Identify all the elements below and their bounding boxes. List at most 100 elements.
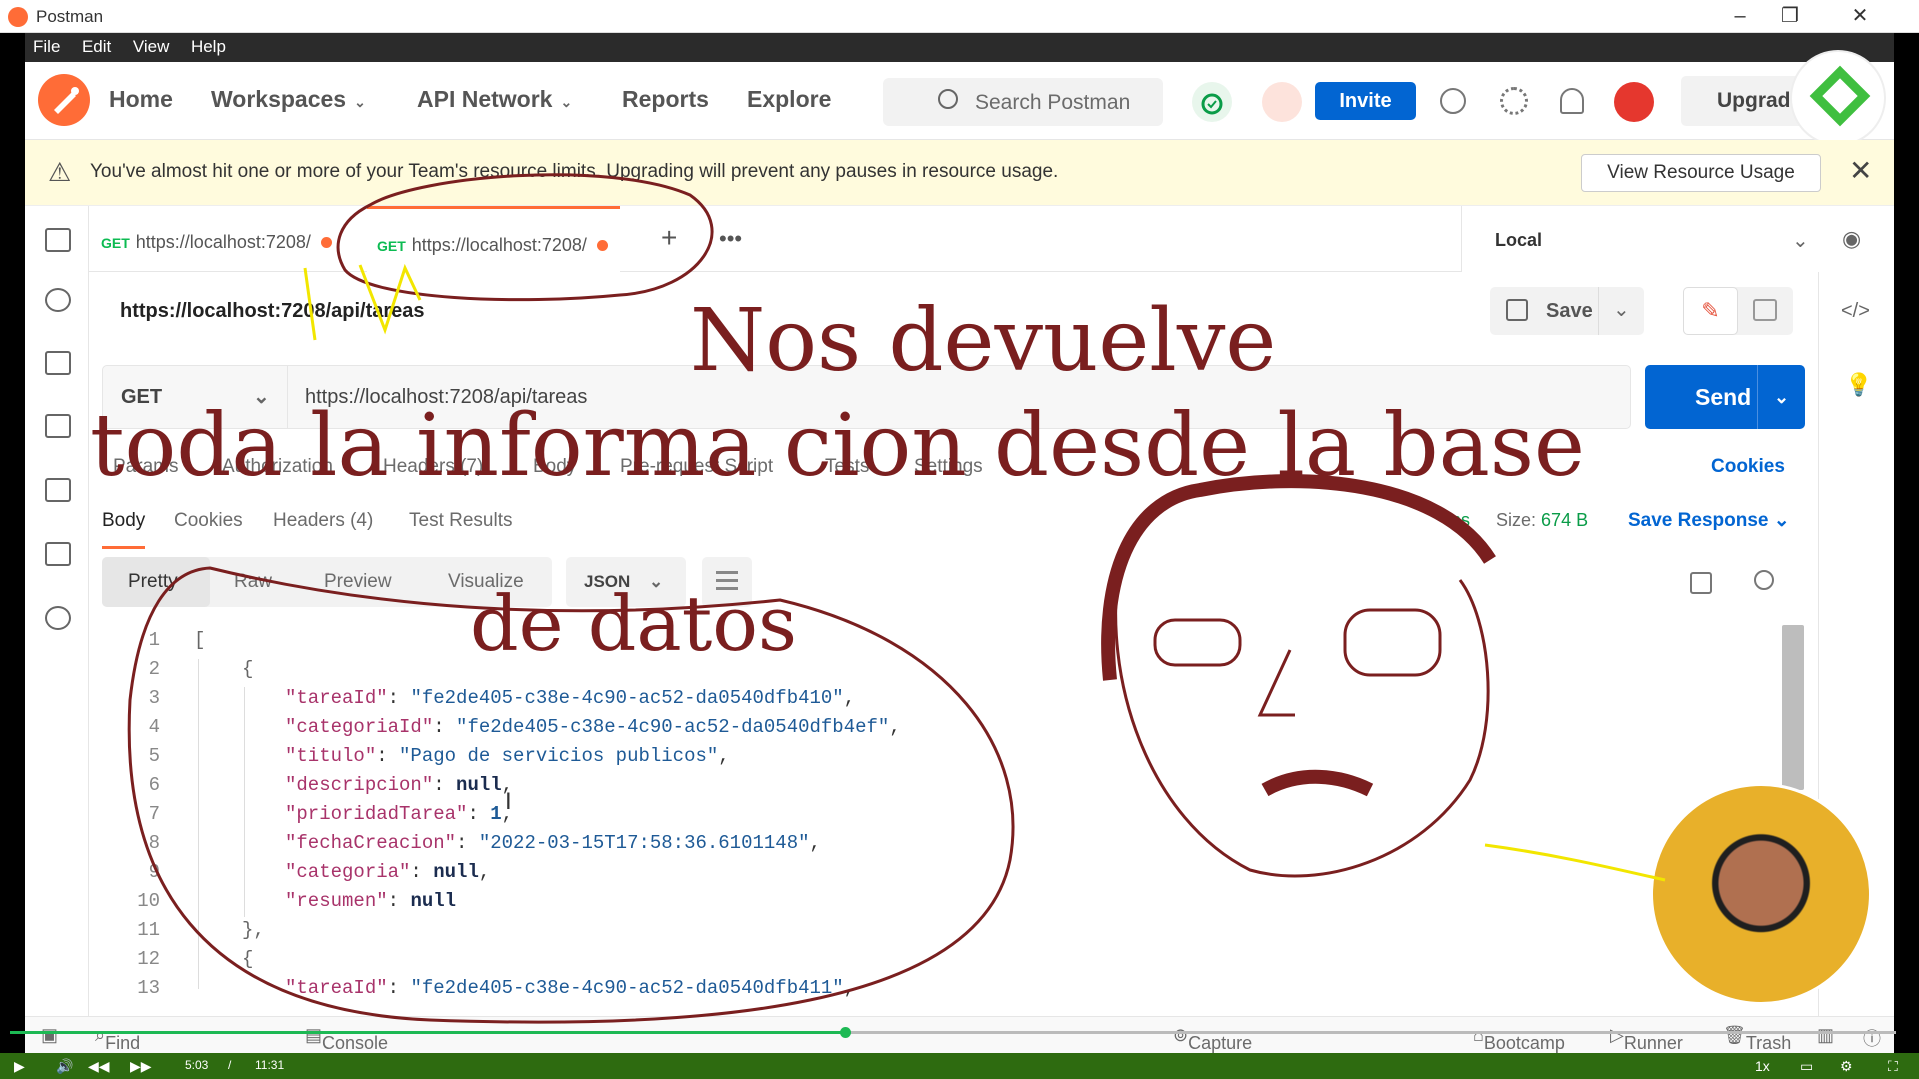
response-tab-body[interactable]: Body — [102, 510, 146, 549]
user-avatar[interactable] — [1614, 82, 1654, 122]
request-name[interactable]: https://localhost:7208/api/tareas — [120, 300, 425, 323]
volume-icon[interactable]: 🔊 — [56, 1058, 73, 1075]
nav-home[interactable]: Home — [109, 86, 173, 113]
collections-icon[interactable] — [45, 228, 71, 252]
bell-icon[interactable] — [1560, 88, 1584, 114]
save-dropdown[interactable]: ⌄ — [1598, 287, 1644, 335]
pencil-icon[interactable]: ✎ — [1683, 287, 1738, 335]
response-tab-headers[interactable]: Headers (4) — [273, 510, 373, 532]
send-button[interactable]: Send ⌄ — [1645, 365, 1805, 429]
console-button[interactable]: ▤ Console — [305, 1025, 388, 1053]
comment-icon[interactable] — [1753, 299, 1777, 321]
tab-settings[interactable]: Settings — [914, 456, 983, 478]
menu-file[interactable]: File — [25, 33, 68, 57]
menu-edit[interactable]: Edit — [74, 33, 119, 57]
cookies-link[interactable]: Cookies — [1711, 456, 1785, 478]
presenter-webcam — [1650, 783, 1872, 1005]
search-icon[interactable] — [1754, 570, 1774, 590]
playback-speed[interactable]: 1x — [1755, 1058, 1770, 1074]
chevron-down-icon: ⌄ — [560, 94, 573, 110]
close-icon[interactable]: ✕ — [1849, 154, 1872, 187]
save-response-button[interactable]: Save Response ⌄ — [1628, 509, 1790, 532]
mock-servers-icon[interactable] — [45, 414, 71, 438]
postman-logo[interactable] — [38, 74, 90, 126]
capture-button[interactable]: ⊚ Capture requests and cookies — [1173, 1025, 1257, 1079]
save-button[interactable]: Save — [1490, 287, 1610, 335]
environment-selector[interactable]: Local ⌄ ◉ — [1461, 206, 1894, 272]
menu-view[interactable]: View — [125, 33, 178, 57]
tab-tests[interactable]: Tests — [825, 456, 869, 478]
lightbulb-icon[interactable]: 💡 — [1845, 372, 1872, 398]
nav-explore[interactable]: Explore — [747, 86, 831, 113]
find-replace-button[interactable]: ⌕ Find and Replace — [95, 1025, 171, 1079]
apis-icon[interactable] — [45, 288, 71, 312]
format-visualize[interactable]: Visualize — [448, 571, 524, 593]
format-raw[interactable]: Raw — [234, 571, 272, 593]
view-resource-usage-button[interactable]: View Resource Usage — [1581, 154, 1821, 192]
copy-icon[interactable] — [1690, 572, 1712, 594]
tab-authorization[interactable]: Authorization — [222, 456, 333, 478]
code-line: "tareaId": "fe2de405-c38e-4c90-ac52-da05… — [285, 977, 856, 999]
tab-body[interactable]: Body — [533, 456, 576, 478]
invite-button[interactable]: Invite — [1315, 82, 1416, 120]
video-time-separator: / — [228, 1058, 232, 1072]
tab-headers[interactable]: Headers (7) — [383, 456, 483, 478]
runner-button[interactable]: ▷ Runner — [1610, 1025, 1683, 1053]
tab-params[interactable]: Params — [113, 456, 178, 478]
method-select[interactable]: GET ⌄ — [102, 365, 288, 429]
window-title: Postman — [36, 7, 104, 26]
environments-icon[interactable] — [45, 351, 71, 375]
url-input[interactable]: https://localhost:7208/api/tareas — [288, 365, 1631, 429]
nav-api-network[interactable]: API Network ⌄ — [417, 86, 572, 113]
flows-icon[interactable] — [45, 542, 71, 566]
tab-pre-request-script[interactable]: Pre-request Script — [620, 456, 773, 478]
nav-reports[interactable]: Reports — [622, 86, 709, 113]
sync-cloud-icon[interactable] — [1192, 82, 1232, 122]
chevron-down-icon: ⌄ — [649, 572, 664, 591]
monitors-icon[interactable] — [45, 478, 71, 502]
format-preview[interactable]: Preview — [324, 571, 392, 593]
gear-icon[interactable] — [1500, 87, 1528, 115]
window-titlebar: Postman – ❐ ✕ — [0, 0, 1919, 33]
close-icon[interactable]: ✕ — [1840, 2, 1880, 30]
help-icon[interactable]: ⓘ — [1863, 1025, 1881, 1051]
status-bar: ▣ ⌕ Find and Replace ▤ Console ⊚ Capture… — [25, 1016, 1894, 1079]
rewind-icon[interactable]: ◀◀ — [88, 1058, 110, 1075]
layout-icon[interactable]: ▥ — [1817, 1025, 1834, 1046]
bootcamp-button[interactable]: ⌂ Bootcamp — [1473, 1025, 1565, 1053]
history-icon[interactable] — [45, 606, 71, 630]
more-icon[interactable]: ••• — [719, 206, 742, 272]
nav-workspaces[interactable]: Workspaces ⌄ — [211, 86, 366, 113]
response-body-code[interactable]: 1 2 3 4 5 6 7 8 9 10 11 12 13 [ { "tarea… — [102, 625, 1782, 1020]
response-tab-test-results[interactable]: Test Results — [409, 510, 512, 532]
search-input[interactable]: Search Postman — [883, 78, 1163, 126]
code-line: "categoriaId": "fe2de405-c38e-4c90-ac52-… — [285, 716, 901, 738]
minimize-icon[interactable]: – — [1720, 2, 1760, 30]
pip-icon[interactable]: ▭ — [1800, 1058, 1813, 1075]
play-icon[interactable]: ▶ — [14, 1058, 25, 1075]
code-icon[interactable]: </> — [1841, 300, 1870, 323]
response-tab-cookies[interactable]: Cookies — [174, 510, 243, 532]
eye-icon[interactable]: ◉ — [1842, 226, 1861, 252]
language-select[interactable]: JSON ⌄ — [566, 557, 686, 607]
request-tab[interactable]: GET https://localhost:7208/ — [101, 206, 332, 272]
chevron-down-icon: ⌄ — [1773, 510, 1790, 531]
forward-icon[interactable]: ▶▶ — [130, 1058, 152, 1075]
wrap-lines-icon[interactable] — [702, 557, 752, 607]
settings-gear-icon[interactable]: ⚙ — [1840, 1058, 1853, 1075]
team-avatar-icon[interactable] — [1262, 82, 1302, 122]
request-tab-active[interactable]: GET https://localhost:7208/ — [367, 206, 620, 272]
trash-button[interactable]: 🗑 Trash — [1723, 1025, 1791, 1053]
video-progress-track[interactable] — [846, 1031, 1896, 1034]
chevron-down-icon[interactable]: ⌄ — [1757, 365, 1789, 429]
menu-help[interactable]: Help — [183, 33, 234, 57]
format-pretty[interactable]: Pretty — [102, 557, 210, 607]
video-scrub-handle[interactable] — [840, 1027, 851, 1038]
fullscreen-icon[interactable]: ⛶ — [1888, 1058, 1898, 1075]
video-total-time: 11:31 — [255, 1058, 285, 1072]
new-tab-icon[interactable]: + — [661, 206, 677, 272]
restore-icon[interactable]: ❐ — [1770, 2, 1810, 30]
satellite-icon[interactable] — [1440, 88, 1466, 114]
sidebar-toggle-icon[interactable]: ▣ — [41, 1025, 58, 1046]
code-scrollbar[interactable] — [1782, 625, 1804, 790]
